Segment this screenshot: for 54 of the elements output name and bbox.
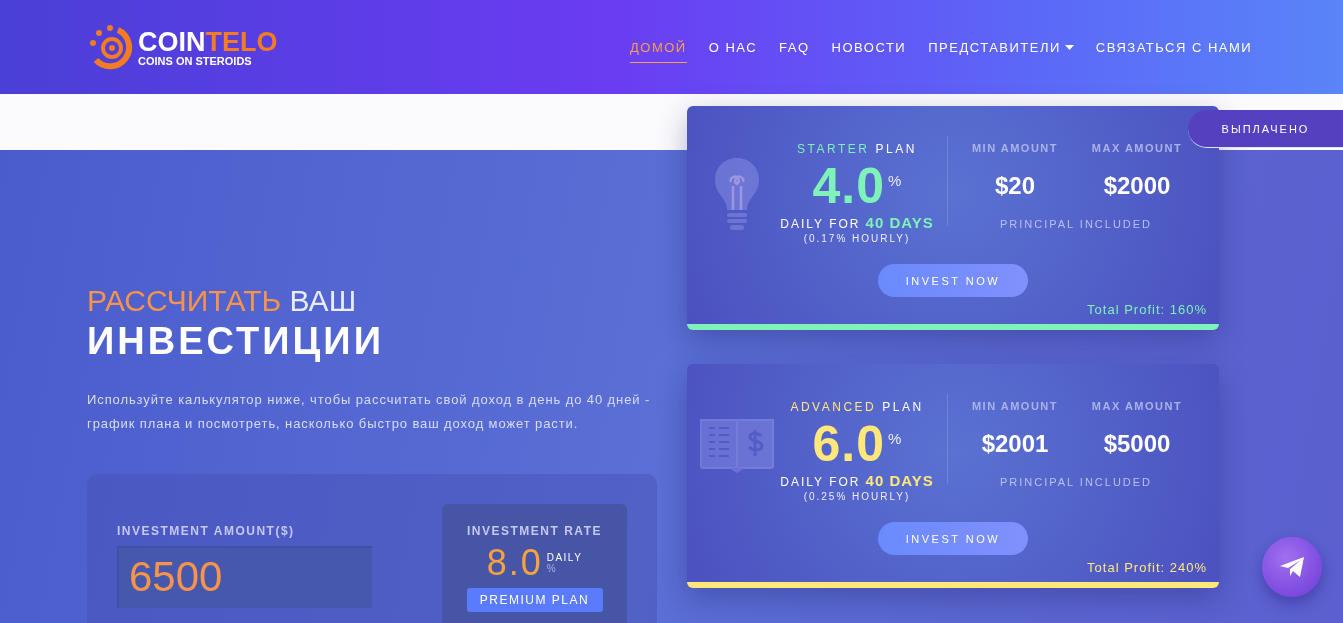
plan-rate: 6.0: [812, 418, 886, 470]
min-amount: $20: [994, 172, 1035, 200]
amount-label: INVESTMENT AMOUNT($): [117, 524, 296, 538]
min-amount-label: MIN AMOUNT: [971, 142, 1059, 154]
plan-duration: 40 DAYS: [865, 214, 934, 231]
rate-unit: %: [546, 563, 559, 574]
logo-tagline: COINS ON STEROIDS: [138, 54, 253, 67]
hourly-rate: (0.25% HOURLY): [803, 491, 911, 502]
amount-input-field[interactable]: 6500: [117, 546, 372, 608]
hourly-rate: (0.17% HOURLY): [803, 233, 911, 244]
hero-title-accent: РАССЧИТАТЬ: [87, 284, 282, 317]
logo-wordmark-accent: TELO: [205, 26, 278, 57]
nav-link[interactable]: О НАС: [708, 31, 758, 63]
nav-link[interactable]: НОВОСТИ: [831, 31, 907, 63]
coin-logo-icon: [88, 24, 134, 70]
payout-tab[interactable]: ВЫПЛАЧЕНО: [1188, 110, 1343, 148]
total-profit: Total Profit: 160%: [1087, 302, 1207, 317]
max-amount: $5000: [1103, 430, 1171, 458]
plan-duration: 40 DAYS: [865, 472, 934, 489]
hero-title-bold: ИНВЕСТИЦИИ: [87, 319, 385, 364]
invest-button[interactable]: INVEST NOW: [878, 522, 1028, 555]
nav-link[interactable]: ПРЕДСТАВИТЕЛИ: [928, 31, 1074, 63]
plan-rate: 4.0: [812, 160, 886, 212]
max-amount: $2000: [1103, 172, 1171, 200]
min-amount: $2001: [981, 430, 1049, 458]
rate-value: 8.0: [486, 542, 543, 584]
daily-label: DAILY FOR: [780, 217, 861, 231]
logo-wordmark: COIN: [138, 26, 206, 57]
nav-link[interactable]: ДОМОЙ: [630, 31, 687, 63]
invest-button[interactable]: INVEST NOW: [878, 264, 1028, 297]
lightbulb-icon: [713, 156, 761, 232]
nav-link[interactable]: СВЯЗАТЬСЯ С НАМИ: [1095, 31, 1253, 63]
principal-note: PRINCIPAL INCLUDED: [999, 218, 1153, 230]
hero-title: ВАШ: [289, 284, 357, 317]
paper-plane-icon: [1279, 556, 1305, 578]
rate-unit: %: [888, 430, 902, 447]
plan-title: PLAN: [875, 142, 917, 156]
total-profit: Total Profit: 240%: [1087, 560, 1207, 575]
nav-link[interactable]: FAQ: [779, 31, 810, 63]
rate-label: INVESTMENT RATE: [467, 524, 602, 538]
rate-unit: %: [888, 172, 902, 189]
plan-title: PLAN: [882, 400, 924, 414]
daily-label: DAILY FOR: [780, 475, 861, 489]
hero-description: Используйте калькулятор ниже, чтобы рассчитать свой доход в день до 40 дней - график плана и посмотреть, насколько быстро ваш доход может расти.: [87, 391, 652, 433]
principal-note: PRINCIPAL INCLUDED: [999, 476, 1153, 488]
rate-period: DAILY: [546, 552, 583, 563]
plan-name: STARTER: [797, 142, 870, 156]
plan-button[interactable]: PREMIUM PLAN: [466, 588, 603, 612]
max-amount-label: MAX AMOUNT: [1091, 400, 1183, 412]
telegram-button[interactable]: [1262, 537, 1322, 597]
plan-name: ADVANCED: [790, 400, 877, 414]
min-amount-label: MIN AMOUNT: [971, 400, 1059, 412]
max-amount-label: MAX AMOUNT: [1091, 142, 1183, 154]
caret-icon: [1064, 44, 1074, 50]
